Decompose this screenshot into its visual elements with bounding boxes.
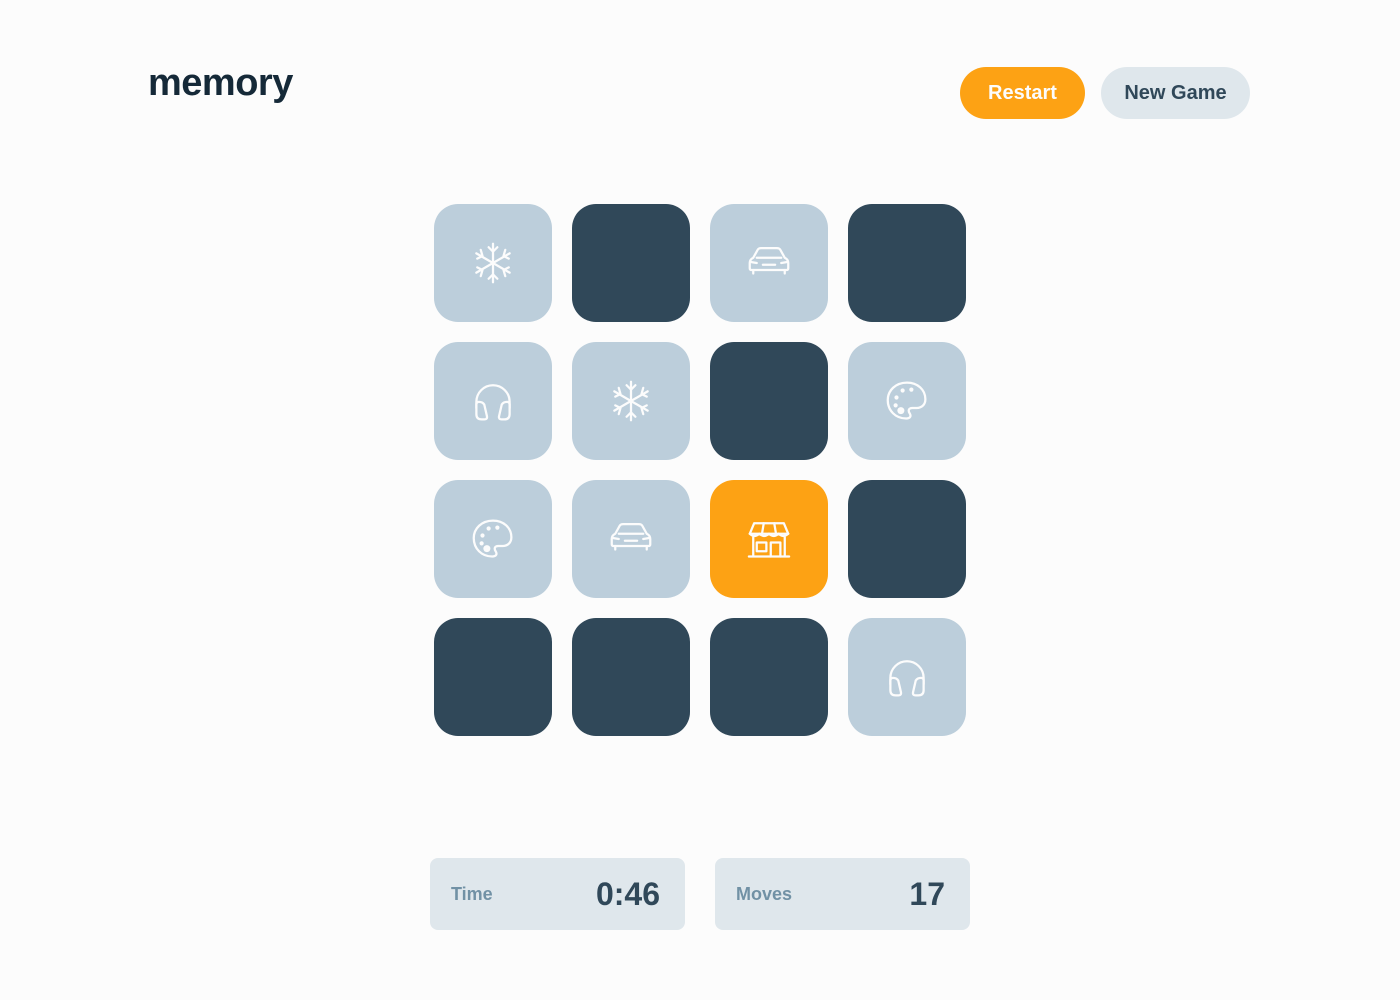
car-icon xyxy=(610,522,652,551)
card-tile-11[interactable] xyxy=(710,480,828,598)
time-value: 0:46 xyxy=(595,876,660,912)
card-tile-13[interactable] xyxy=(434,618,552,736)
game-logo: memory xyxy=(148,62,293,104)
card-tile-9[interactable] xyxy=(434,480,552,598)
card-tile-1[interactable] xyxy=(434,204,552,322)
headphones-icon xyxy=(475,384,511,421)
card-tile-3[interactable] xyxy=(710,204,828,322)
car-icon xyxy=(748,246,790,275)
new-game-button[interactable]: New Game xyxy=(1101,67,1250,119)
moves-label: Moves xyxy=(736,884,793,904)
card-tile-12[interactable] xyxy=(848,480,966,598)
card-tile-5[interactable] xyxy=(434,342,552,460)
card-tile-15[interactable] xyxy=(710,618,828,736)
palette-icon xyxy=(472,519,513,558)
card-tile-16[interactable] xyxy=(848,618,966,736)
snowflake-icon xyxy=(475,242,511,284)
card-tile-10[interactable] xyxy=(572,480,690,598)
headphones-icon xyxy=(889,660,925,697)
store-icon xyxy=(747,522,791,558)
moves-value: 17 xyxy=(909,876,945,912)
restart-button[interactable]: Restart xyxy=(960,67,1085,119)
snowflake-icon xyxy=(613,380,649,422)
palette-icon xyxy=(886,381,927,420)
card-tile-6[interactable] xyxy=(572,342,690,460)
game-board xyxy=(434,204,966,736)
card-tile-2[interactable] xyxy=(572,204,690,322)
card-tile-8[interactable] xyxy=(848,342,966,460)
time-stat: Time 0:46 xyxy=(430,858,685,930)
time-label: Time xyxy=(451,884,493,904)
card-tile-7[interactable] xyxy=(710,342,828,460)
card-tile-4[interactable] xyxy=(848,204,966,322)
moves-stat: Moves 17 xyxy=(715,858,970,930)
card-tile-14[interactable] xyxy=(572,618,690,736)
